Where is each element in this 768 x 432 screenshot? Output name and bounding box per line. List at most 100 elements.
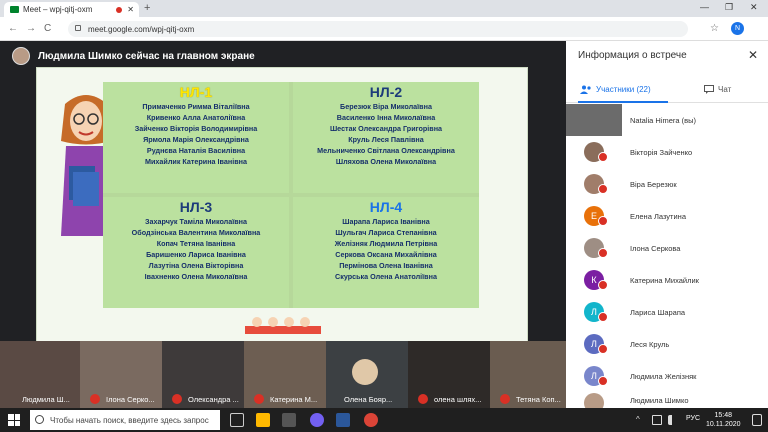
reload-button[interactable]: C [44, 23, 51, 34]
video-tile[interactable]: Олександра ... [162, 341, 244, 408]
group-member: Шестак Олександра Григорівна [329, 124, 443, 133]
network-icon[interactable] [652, 415, 662, 425]
group-member: Кривенко Алла Анатоліївна [146, 113, 246, 122]
address-bar-row: ← → C meet.google.com/wpj-qitj-oxm ☆ N [0, 17, 768, 41]
participant-avatar [352, 359, 378, 385]
group-card-4: НЛ-4 Шарапа Лариса Іванівна Шульгач Лари… [293, 197, 479, 308]
video-tile[interactable]: Катерина М... [244, 341, 326, 408]
presentation-slide: НЛ-1 Примаченко Римма Віталіївна Кривенк… [36, 67, 528, 343]
url-field[interactable]: meet.google.com/wpj-qitj-oxm [68, 21, 688, 37]
group-member: Захарчук Таміла Миколаївна [144, 217, 247, 226]
group-card-1: НЛ-1 Примаченко Римма Віталіївна Кривенк… [103, 82, 289, 193]
mic-off-icon [254, 394, 264, 404]
clock-time: 15:48 [714, 412, 733, 419]
video-tile[interactable]: Олена Бояр... [326, 341, 408, 408]
url-text: meet.google.com/wpj-qitj-oxm [88, 24, 195, 34]
group-member: Ярмола Марія Олександрівна [143, 135, 249, 144]
tab-participants[interactable]: Участники (22) [580, 85, 651, 94]
forward-button[interactable]: → [26, 23, 36, 34]
video-tile[interactable]: Тетяна Коп... [490, 341, 566, 408]
people-icon [580, 85, 591, 94]
participant-name: Віра Березюк [630, 179, 677, 189]
tile-label: олена шлях... [434, 395, 482, 404]
profile-avatar[interactable]: N [731, 22, 744, 35]
group-member: Серкова Оксана Михайлівна [335, 250, 437, 259]
group-member: Івахненко Олена Миколаївна [144, 272, 248, 281]
recording-dot-icon [116, 6, 123, 13]
chat-icon [704, 85, 714, 94]
tab-title: Meet – wpj-qitj-oxm [23, 5, 93, 14]
meet-logo-icon [10, 6, 19, 13]
window-close-button[interactable]: ✕ [750, 2, 758, 13]
presenter-bar: Людмила Шимко сейчас на главном экране [12, 46, 255, 66]
participant-name: Ілона Серкова [630, 243, 681, 253]
viber-icon[interactable] [310, 413, 324, 427]
group-title: НЛ-1 [179, 84, 213, 100]
mic-off-icon [172, 394, 182, 404]
word-icon[interactable] [336, 413, 350, 427]
mic-off-icon [598, 152, 608, 162]
chrome-icon[interactable] [364, 413, 378, 427]
store-icon[interactable] [282, 413, 296, 427]
task-view-icon[interactable] [230, 413, 244, 427]
tray-caret-icon[interactable]: ^ [636, 415, 640, 424]
search-icon [35, 415, 44, 424]
taskbar-search-input[interactable]: Чтобы начать поиск, введите здесь запрос [30, 410, 220, 430]
group-title: НЛ-2 [369, 84, 403, 100]
tab-chat[interactable]: Чат [704, 85, 731, 94]
group-card-2: НЛ-2 Березюк Віра Миколаївна Василенко І… [293, 82, 479, 193]
participant-row[interactable]: Віра Березюк [566, 169, 768, 199]
participant-row[interactable]: Ілона Серкова [566, 233, 768, 263]
back-button[interactable]: ← [8, 23, 18, 34]
tile-label: Людмила Ш... [22, 395, 70, 404]
groups-grid: НЛ-1 Примаченко Римма Віталіївна Кривенк… [103, 82, 479, 308]
tab-close-icon[interactable]: ✕ [127, 5, 134, 14]
maximize-button[interactable]: ❐ [725, 2, 733, 13]
participant-row[interactable]: Л Лариса Шарапа [566, 297, 768, 327]
new-tab-button[interactable]: + [144, 2, 150, 14]
bookmark-star-icon[interactable]: ☆ [710, 23, 719, 34]
group-member: Баришенко Лариса Іванівна [146, 250, 246, 259]
volume-icon[interactable] [668, 415, 678, 425]
group-member: Скурська Олена Анатоліївна [335, 272, 437, 281]
participant-row[interactable]: Е Елена Лазутина [566, 201, 768, 231]
group-member: Шляхова Олена Миколаївна [335, 157, 437, 166]
participant-name: Катерина Михайлик [630, 275, 699, 285]
windows-start-icon[interactable] [8, 414, 20, 426]
panel-title: Информация о встрече [578, 50, 687, 61]
presenter-text: Людмила Шимко сейчас на главном экране [38, 50, 255, 62]
group-member: Желізняк Людмила Петрівна [334, 239, 438, 248]
group-member: Ободзінська Валентина Миколаївна [131, 228, 261, 237]
mic-off-icon [598, 312, 608, 322]
mic-off-icon [598, 184, 608, 194]
video-tile[interactable]: Ілона Серко... [80, 341, 162, 408]
group-member: Шульгач Лариса Степанівна [335, 228, 437, 237]
clock-date: 10.11.2020 [706, 421, 741, 428]
participant-row[interactable]: Вікторія Зайченко [566, 137, 768, 167]
tile-label: Ілона Серко... [106, 395, 155, 404]
participant-row[interactable]: Natalia Himera (вы) [566, 104, 768, 136]
notifications-icon[interactable] [752, 414, 762, 426]
group-member: Руднєва Наталія Василівна [146, 146, 246, 155]
taskbar-clock[interactable]: 15:48 10.11.2020 [706, 411, 741, 429]
panel-tabs: Участники (22) Чат [566, 81, 768, 103]
search-placeholder: Чтобы начать поиск, введите здесь запрос [50, 415, 209, 425]
video-tile[interactable]: Людмила Ш... [0, 341, 80, 408]
minimize-button[interactable]: — [700, 2, 709, 12]
tab-participants-label: Участники (22) [596, 85, 651, 94]
participant-name: Елена Лазутина [630, 211, 686, 221]
group-member: Круль Леся Павлівна [348, 135, 424, 144]
participant-name: Лариса Шарапа [630, 307, 686, 317]
language-indicator[interactable]: РУС [686, 415, 700, 422]
browser-tab-meet[interactable]: Meet – wpj-qitj-oxm ✕ [4, 2, 139, 17]
file-explorer-icon[interactable] [256, 413, 270, 427]
books-decoration [245, 317, 321, 334]
group-member: Березюк Віра Миколаївна [340, 102, 432, 111]
tile-label: Олена Бояр... [344, 395, 393, 404]
participant-row[interactable]: К Катерина Михайлик [566, 265, 768, 295]
active-tab-indicator [578, 101, 668, 103]
group-member: Мельниченко Світлана Олександрівна [317, 146, 455, 155]
panel-close-icon[interactable]: ✕ [748, 48, 758, 62]
video-tile[interactable]: олена шлях... [408, 341, 490, 408]
group-member: Лазутіна Олена Вікторівна [148, 261, 244, 270]
